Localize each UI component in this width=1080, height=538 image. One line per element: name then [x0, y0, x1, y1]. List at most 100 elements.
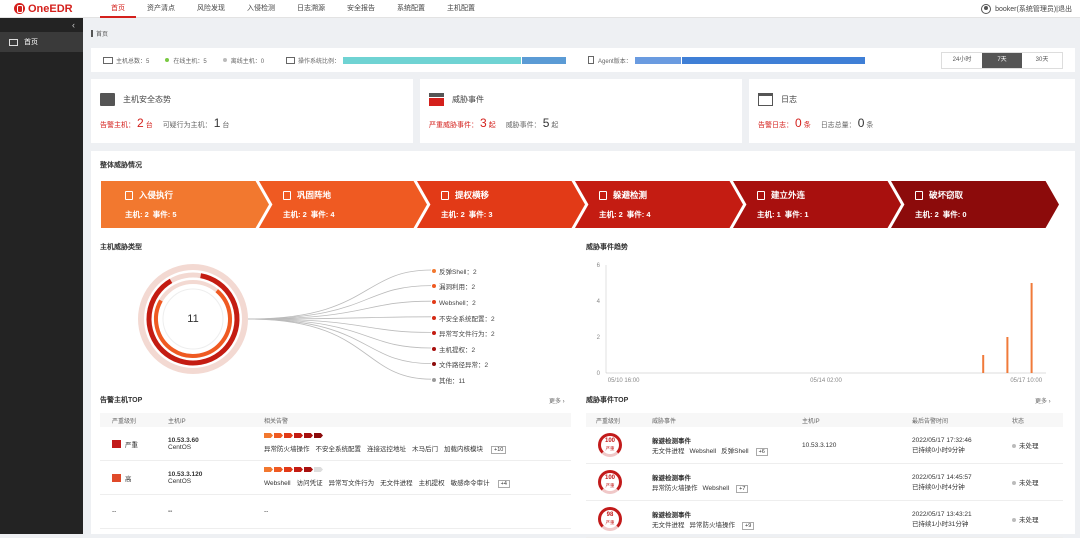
more-tags-badge[interactable]: +10 — [491, 446, 507, 454]
card-alert-label: 告警主机： — [100, 122, 135, 129]
column-header: 相关告警 — [264, 418, 289, 425]
threat-event-name[interactable]: 躲避检测事件 — [652, 472, 792, 482]
table-row[interactable]: 100 严重 躲避检测事件 异常防火墙操作 Webshell +7 2022/05/17 1… — [586, 464, 1063, 501]
summary-card-0[interactable]: 主机安全态势 告警主机： 2 台可疑行为主机： 1 台 — [91, 79, 413, 143]
user-name: booker(系统管理员) — [995, 6, 1057, 13]
threat-type-item: 文件路径异常：2 — [432, 357, 495, 373]
threat-event-icon — [429, 92, 444, 106]
threat-severity: 严重 — [605, 446, 615, 451]
alert-duration: 已持续0小时4分钟 — [912, 483, 965, 491]
card-title: 威胁事件 — [452, 94, 484, 104]
more-tags-badge[interactable]: +7 — [736, 484, 749, 493]
host-ip[interactable]: 10.53.3.120 — [168, 471, 252, 478]
threat-event-name[interactable]: 躲避检测事件 — [652, 509, 792, 519]
sidebar-collapse-button[interactable]: ‹ — [0, 18, 83, 32]
card-title: 日志 — [781, 94, 797, 104]
card-total-value: 0 — [857, 116, 865, 130]
severity-label: 严重 — [125, 441, 138, 449]
event-tag: Webshell — [689, 447, 717, 455]
stage-event-count: 事件: 5 — [152, 210, 177, 219]
stage-event-count: 事件: 0 — [942, 210, 967, 219]
severity-chip — [264, 433, 273, 438]
main-nav: 首页 资产清点 风险发现 入侵检测 日志溯源 安全报告 系统配置 主机配置 — [100, 0, 486, 18]
threat-type-item: 不安全系统配置：2 — [432, 310, 495, 326]
nav-tab-4[interactable]: 日志溯源 — [286, 0, 336, 18]
stage-host-count: 主机: 2 — [599, 210, 623, 219]
threat-event-more-link[interactable]: 更多 › — [1035, 396, 1051, 405]
card-alert-unit: 条 — [803, 122, 811, 129]
nav-tab-6[interactable]: 系统配置 — [386, 0, 436, 18]
stage-0[interactable]: 入侵执行 主机: 2 事件: 5 — [101, 181, 269, 228]
alert-host-more-link[interactable]: 更多 › — [549, 396, 565, 405]
threat-type-item: 主机提权：2 — [432, 341, 495, 357]
sidebar-item-home[interactable]: 首页 — [0, 32, 83, 52]
threat-type-item: 异常写文件行为：2 — [432, 325, 495, 341]
threat-event-name[interactable]: 躲避检测事件 — [652, 435, 792, 445]
nav-tab-3[interactable]: 入侵检测 — [236, 0, 286, 18]
main-content: 首页 主机总数：5 在线主机：5 离线主机：0 操作系统比例： Agent版本：… — [91, 18, 1075, 538]
more-tags-badge[interactable]: +9 — [742, 521, 755, 530]
table-row[interactable]: 严重 10.53.3.60 CentOS 异常防火墙操作 不安全系统配置 连接远控地址 木马… — [100, 427, 571, 461]
card-alert-unit: 起 — [488, 122, 496, 129]
status-badge: 未处理 — [1019, 443, 1039, 450]
legend-dot-icon — [432, 331, 436, 336]
trend-bar — [1030, 283, 1033, 373]
table-row[interactable]: 98 严重 躲避检测事件 无文件进程 异常防火墙操作 +9 2022/05/17 13:43… — [586, 501, 1063, 538]
last-alert-time: 2022/05/17 14:45:57 — [912, 473, 972, 481]
nav-tab-7[interactable]: 主机配置 — [436, 0, 486, 18]
threat-score: 98 — [606, 512, 614, 518]
range-option-1[interactable]: 7天 — [982, 52, 1022, 68]
event-tag: 无文件进程 — [652, 521, 685, 529]
stage-icon — [125, 190, 133, 200]
top-bar: OneEDR 首页 资产清点 风险发现 入侵检测 日志溯源 安全报告 系统配置 主机配置 bo… — [0, 0, 1080, 18]
table-row[interactable]: 高 10.53.3.120 CentOS Webshell 访问凭证 异常写文件行为 无文件… — [100, 461, 571, 495]
stage-3[interactable]: 躲避检测 主机: 2 事件: 4 — [575, 181, 743, 228]
y-tick-label: 6 — [597, 263, 601, 269]
range-option-0[interactable]: 24小时 — [942, 53, 982, 68]
table-row[interactable]: 100 严重 躲避检测事件 无文件进程 Webshell 反弹Shell +6 10.53.3… — [586, 427, 1063, 464]
host-ip[interactable]: -- — [168, 508, 252, 515]
logout-link[interactable]: |退出 — [1056, 4, 1072, 14]
severity-indicator — [264, 433, 571, 440]
threat-type-item: 其他：11 — [432, 372, 495, 388]
more-tags-badge[interactable]: +4 — [497, 480, 510, 488]
summary-card-1[interactable]: 威胁事件 严重威胁事件： 3 起威胁事件： 5 起 — [420, 79, 742, 143]
score-gauge: 98 严重 — [598, 507, 622, 531]
stage-name: 建立外连 — [771, 190, 806, 200]
nav-tab-1[interactable]: 资产清点 — [136, 0, 186, 18]
user-menu[interactable]: booker(系统管理员) |退出 — [981, 0, 1072, 18]
alert-tag: 异常写文件行为 — [328, 480, 375, 487]
stage-host-count: 主机: 2 — [283, 210, 307, 219]
severity-label: 高 — [125, 475, 132, 483]
logo-icon — [14, 3, 25, 14]
severity-chip — [304, 467, 313, 472]
status-badge: 未处理 — [1019, 480, 1039, 487]
range-option-2[interactable]: 30天 — [1022, 53, 1062, 68]
column-header: 严重级别 — [596, 418, 621, 425]
nav-tab-2[interactable]: 风险发现 — [186, 0, 236, 18]
trend-title: 威胁事件趋势 — [586, 244, 628, 251]
severity-flag-icon — [112, 473, 121, 482]
user-avatar-icon — [981, 4, 992, 14]
brand-logo[interactable]: OneEDR — [0, 0, 83, 18]
stage-host-count: 主机: 2 — [915, 210, 939, 219]
stage-5[interactable]: 破坏窃取 主机: 2 事件: 0 — [891, 181, 1059, 228]
threat-type-item: Webshell：2 — [432, 294, 495, 310]
stage-1[interactable]: 巩固阵地 主机: 2 事件: 4 — [259, 181, 427, 228]
alert-tag: 加载内核模块 — [444, 446, 483, 453]
threat-type-legend: 反弹Shell：2 漏洞利用：2 Webshell：2 不安全系统配置：2 异常写文件行… — [432, 263, 495, 388]
column-header: 主机IP — [802, 418, 820, 425]
nav-tab-0[interactable]: 首页 — [100, 0, 136, 18]
host-security-icon — [100, 92, 115, 106]
summary-cards: 主机安全态势 告警主机： 2 台可疑行为主机： 1 台威胁事件 严重威胁事件： 3 起威胁事件：… — [91, 79, 1075, 143]
stage-4[interactable]: 建立外连 主机: 1 事件: 1 — [733, 181, 901, 228]
stage-2[interactable]: 提权横移 主机: 2 事件: 3 — [417, 181, 585, 228]
host-ip[interactable]: 10.53.3.60 — [168, 437, 252, 444]
nav-tab-5[interactable]: 安全报告 — [336, 0, 386, 18]
summary-card-2[interactable]: 日志 告警日志： 0 条日志总量： 0 条 — [749, 79, 1075, 143]
table-row[interactable]: -- -- -- — [100, 495, 571, 529]
host-os: CentOS — [168, 477, 192, 485]
card-total-label: 威胁事件： — [505, 122, 541, 129]
alert-tag: 访问凭证 — [296, 480, 323, 487]
more-tags-badge[interactable]: +6 — [755, 447, 768, 456]
